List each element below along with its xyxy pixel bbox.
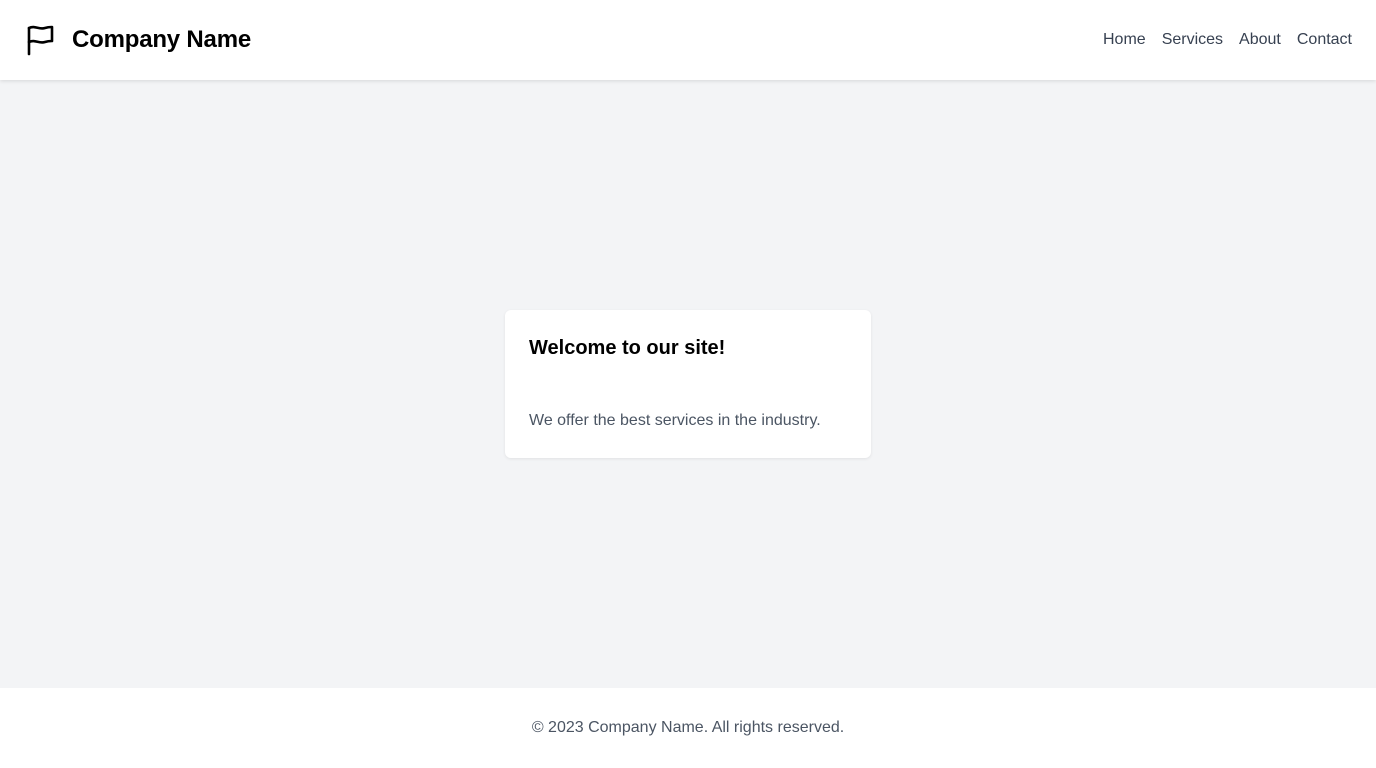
welcome-card: Welcome to our site! We offer the best s… <box>505 310 871 458</box>
flag-icon <box>24 24 56 56</box>
nav-link-home[interactable]: Home <box>1103 31 1146 49</box>
nav-link-services[interactable]: Services <box>1162 31 1223 49</box>
main-content: Welcome to our site! We offer the best s… <box>0 80 1376 688</box>
brand-name: Company Name <box>72 26 251 53</box>
site-footer: © 2023 Company Name. All rights reserved… <box>0 688 1376 768</box>
card-title: Welcome to our site! <box>529 337 726 359</box>
page: Company Name Home Services About Contact… <box>0 0 1376 768</box>
nav-link-about[interactable]: About <box>1239 31 1281 49</box>
nav-link-contact[interactable]: Contact <box>1297 31 1352 49</box>
card-text: We offer the best services in the indust… <box>529 412 821 429</box>
site-header: Company Name Home Services About Contact <box>0 0 1376 80</box>
copyright-text: © 2023 Company Name. All rights reserved… <box>531 719 845 736</box>
main-nav: Home Services About Contact <box>1103 31 1352 49</box>
brand-link[interactable]: Company Name <box>24 24 251 56</box>
